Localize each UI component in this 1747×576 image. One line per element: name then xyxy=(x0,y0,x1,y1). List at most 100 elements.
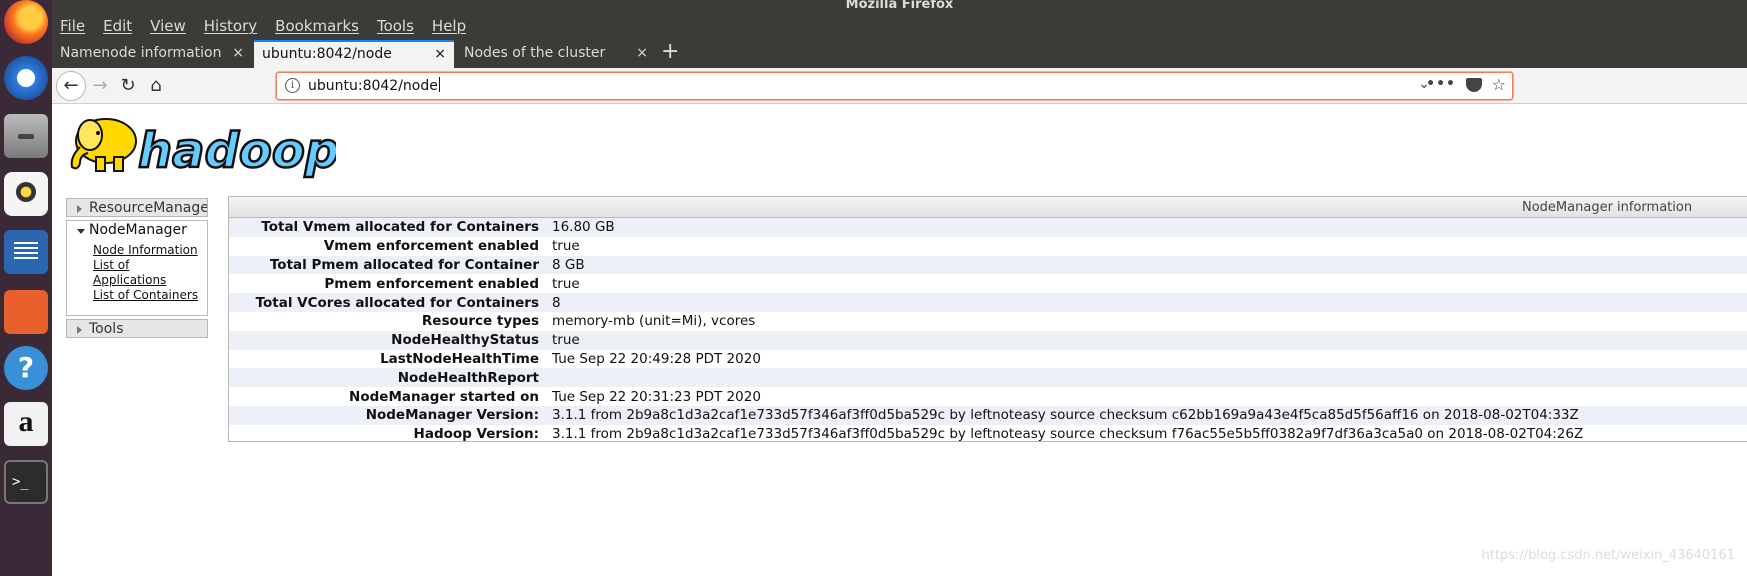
triangle-right-icon xyxy=(77,205,82,213)
info-key: Pmem enforcement enabled xyxy=(324,275,539,292)
sidebar-tools[interactable]: Tools xyxy=(66,319,208,338)
menu-tools[interactable]: Tools xyxy=(377,17,414,35)
info-value: true xyxy=(552,332,580,349)
close-icon[interactable]: × xyxy=(434,42,446,66)
info-key: Vmem enforcement enabled xyxy=(323,238,539,255)
info-row: NodeHealthReport xyxy=(229,368,1747,388)
info-value: 3.1.1 from 2b9a8c1d3a2caf1e733d57f346af3… xyxy=(552,426,1584,443)
thunderbird-icon[interactable] xyxy=(4,56,48,100)
info-row: Resource types memory-mb (unit=Mi), vcore… xyxy=(229,312,1747,331)
terminal-icon[interactable]: >_ xyxy=(4,460,48,504)
rhythmbox-icon[interactable] xyxy=(4,172,48,216)
menu-help[interactable]: Help xyxy=(432,17,466,35)
amazon-icon[interactable]: a xyxy=(4,402,48,446)
info-row: Hadoop Version: 3.1.1 from 2b9a8c1d3a2caf… xyxy=(229,425,1747,444)
info-value: 8 xyxy=(552,294,561,311)
tab-ubuntu-node[interactable]: ubuntu:8042/node × xyxy=(254,40,454,68)
info-value: memory-mb (unit=Mi), vcores xyxy=(552,313,756,330)
menu-history[interactable]: History xyxy=(204,17,257,35)
info-value: 8 GB xyxy=(552,256,585,273)
pocket-icon[interactable] xyxy=(1466,78,1482,92)
info-row: NodeHealthyStatus true xyxy=(229,330,1747,350)
panel-title-bar: NodeManager information xyxy=(229,197,1747,218)
info-row: Total VCores allocated for Containers 8 xyxy=(229,293,1747,312)
url-input[interactable]: ubuntu:8042/node xyxy=(308,77,440,94)
link-node-information[interactable]: Node Information xyxy=(93,243,201,258)
bookmark-star-icon[interactable]: ☆ xyxy=(1492,75,1506,94)
url-text: ubuntu:8042/node xyxy=(308,78,438,94)
info-value: Tue Sep 22 20:49:28 PDT 2020 xyxy=(552,350,761,367)
info-value: 3.1.1 from 2b9a8c1d3a2caf1e733d57f346af3… xyxy=(552,407,1579,424)
info-key: NodeManager started on xyxy=(349,388,539,405)
menu-view[interactable]: View xyxy=(150,17,186,35)
close-icon[interactable]: × xyxy=(232,40,244,66)
sidebar-resourcemanager-label: ResourceManager xyxy=(89,200,207,216)
url-bar[interactable]: i ubuntu:8042/node ⌄ ••• ☆ xyxy=(276,72,1513,100)
triangle-down-icon xyxy=(77,229,85,234)
info-value: true xyxy=(552,238,580,255)
sidebar-header[interactable]: Tools xyxy=(67,320,207,339)
info-key: Total Pmem allocated for Container xyxy=(269,256,539,273)
libreoffice-writer-icon[interactable] xyxy=(4,230,48,274)
tab-nodes-of-cluster[interactable]: Nodes of the cluster × xyxy=(456,40,656,68)
hadoop-logo[interactable]: hadoop xyxy=(66,109,336,179)
info-row: Total Pmem allocated for Container 8 GB xyxy=(229,255,1747,275)
info-key: Total VCores allocated for Containers xyxy=(255,294,539,311)
link-list-of-applications[interactable]: List of Applications xyxy=(93,258,201,288)
triangle-right-icon xyxy=(77,326,82,334)
info-key: NodeManager Version: xyxy=(365,407,539,424)
ubuntu-dock: ? a >_ xyxy=(0,0,52,576)
menu-edit[interactable]: Edit xyxy=(103,17,132,35)
sidebar-nodemanager-label: NodeManager xyxy=(89,222,187,238)
forward-arrow-icon[interactable]: → xyxy=(86,72,114,100)
panel-title: NodeManager information xyxy=(1522,200,1693,215)
text-caret xyxy=(438,77,440,92)
info-row: NodeManager Version: 3.1.1 from 2b9a8c1d3… xyxy=(229,405,1747,425)
window-titlebar: Mozilla Firefox xyxy=(52,0,1747,12)
info-key: NodeHealthReport xyxy=(397,369,539,386)
info-row: NodeManager started on Tue Sep 22 20:31:2… xyxy=(229,387,1747,406)
info-value: true xyxy=(552,275,580,292)
info-row: Total Vmem allocated for Containers 16.80… xyxy=(229,218,1747,237)
help-icon[interactable]: ? xyxy=(4,346,48,390)
menu-file[interactable]: File xyxy=(60,17,85,35)
info-key: NodeHealthyStatus xyxy=(391,332,539,349)
sidebar-tools-label: Tools xyxy=(89,321,124,337)
info-row: LastNodeHealthTime Tue Sep 22 20:49:28 PD… xyxy=(229,350,1747,369)
reload-icon[interactable]: ↻ xyxy=(114,72,142,100)
info-table: Total Vmem allocated for Containers 16.80… xyxy=(229,218,1747,444)
info-row: Pmem enforcement enabled true xyxy=(229,274,1747,293)
tab-namenode-information[interactable]: Namenode information × xyxy=(52,40,252,68)
tab-label: Nodes of the cluster xyxy=(464,45,606,61)
more-actions-icon[interactable]: ••• xyxy=(1426,76,1456,92)
sidebar-nodemanager: NodeManager Node Information List of App… xyxy=(66,220,208,316)
close-icon[interactable]: × xyxy=(636,40,648,66)
site-info-icon[interactable]: i xyxy=(285,78,300,93)
menu-bookmarks[interactable]: Bookmarks xyxy=(275,17,359,35)
info-key: Total Vmem allocated for Containers xyxy=(261,219,539,236)
info-value: Tue Sep 22 20:31:23 PDT 2020 xyxy=(552,388,761,405)
info-key: Resource types xyxy=(421,313,539,330)
watermark: https://blog.csdn.net/weixin_43640161 xyxy=(1481,548,1735,563)
info-key: Hadoop Version: xyxy=(413,426,539,443)
sidebar-links: Node Information List of Applications Li… xyxy=(67,240,207,303)
elephant-mascot-icon xyxy=(70,118,137,172)
info-row: Vmem enforcement enabled true xyxy=(229,237,1747,256)
nodemanager-info-panel: NodeManager information Total Vmem alloc… xyxy=(228,196,1747,442)
tab-label: Namenode information xyxy=(60,45,222,61)
menu-bar: File Edit View History Bookmarks Tools H… xyxy=(52,12,1747,40)
tab-label: ubuntu:8042/node xyxy=(262,46,392,62)
software-center-icon[interactable] xyxy=(4,290,48,334)
back-arrow-icon[interactable]: ← xyxy=(56,71,86,101)
sidebar-resourcemanager[interactable]: ResourceManager xyxy=(66,198,208,217)
link-list-of-containers[interactable]: List of Containers xyxy=(93,288,201,303)
window-title: Mozilla Firefox xyxy=(845,0,954,12)
info-value: 16.80 GB xyxy=(552,219,615,236)
sidebar-header[interactable]: ResourceManager xyxy=(67,199,207,218)
home-icon[interactable]: ⌂ xyxy=(142,72,170,100)
files-icon[interactable] xyxy=(4,114,48,158)
hadoop-wordmark: hadoop xyxy=(138,123,336,179)
new-tab-plus-icon[interactable]: + xyxy=(661,40,679,64)
firefox-icon[interactable] xyxy=(4,0,48,44)
sidebar-header[interactable]: NodeManager xyxy=(67,221,207,240)
